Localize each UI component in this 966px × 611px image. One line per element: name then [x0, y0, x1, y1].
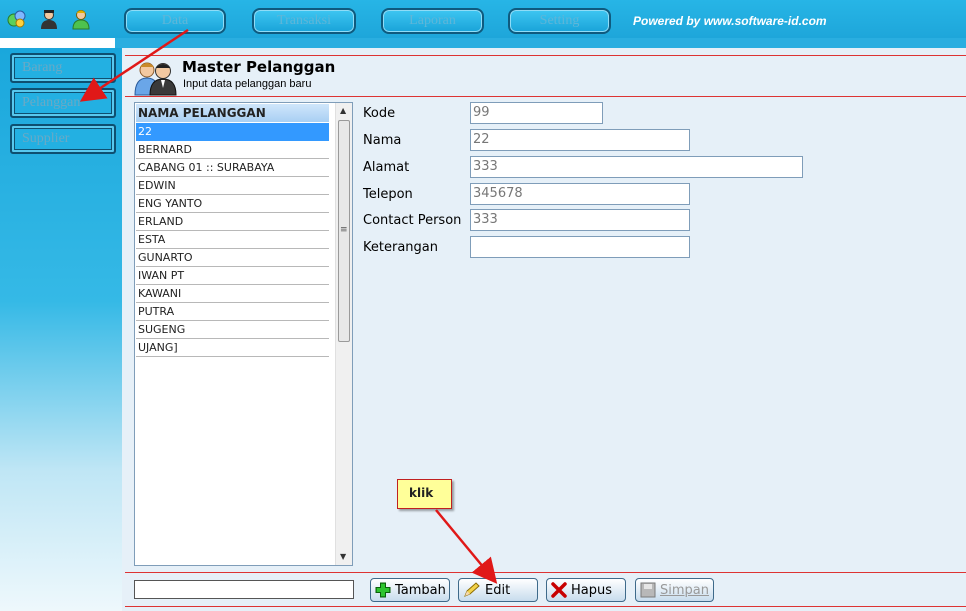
keterangan-field[interactable] — [470, 236, 690, 258]
alamat-field[interactable]: 333 — [470, 156, 803, 178]
tambah-button-label: Tambah — [395, 582, 446, 598]
save-disk-icon — [640, 582, 656, 598]
kode-field[interactable]: 99 — [470, 102, 603, 124]
edit-button-label: Edit — [485, 582, 511, 598]
user-dark-icon[interactable] — [38, 8, 60, 30]
hapus-button[interactable]: Hapus — [546, 578, 626, 602]
top-menu-bar: Data Transaksi Laporan Setting Powered b… — [0, 0, 966, 38]
sidebar-item-pelanggan[interactable]: Pelanggan — [10, 88, 116, 118]
sidebar-top-gap — [0, 38, 115, 48]
list-item[interactable]: 22 — [136, 123, 329, 141]
grip-icon: ≡ — [340, 225, 348, 235]
menu-data-button[interactable]: Data — [124, 8, 226, 34]
scroll-up-icon[interactable]: ▲ — [340, 106, 346, 115]
delete-x-icon — [551, 582, 567, 598]
app-icon-group — [6, 8, 92, 30]
plus-icon — [375, 582, 391, 598]
kode-label: Kode — [363, 106, 396, 121]
simpan-button-label: Simpan — [660, 582, 709, 598]
customer-list[interactable]: NAMA PELANGGAN 22 BERNARD CABANG 01 :: S… — [134, 102, 353, 566]
contact-person-field[interactable]: 333 — [470, 209, 690, 231]
menu-transaksi-button[interactable]: Transaksi — [252, 8, 356, 34]
pencil-icon — [464, 582, 480, 597]
page-subtitle: Input data pelanggan baru — [183, 78, 312, 90]
scroll-thumb[interactable]: ≡ — [338, 120, 350, 342]
list-item[interactable]: BERNARD — [136, 141, 329, 159]
list-item[interactable]: CABANG 01 :: SURABAYA — [136, 159, 329, 177]
header-top-rule — [125, 55, 966, 56]
powered-by-text: Powered by www.software-id.com — [633, 14, 827, 28]
list-item[interactable]: UJANG] — [136, 339, 329, 357]
page-title: Master Pelanggan — [182, 58, 336, 76]
hapus-button-label: Hapus — [571, 582, 613, 598]
footer-top-rule — [125, 572, 966, 573]
search-input[interactable] — [134, 580, 354, 599]
list-scrollbar[interactable]: ▲ ≡ ▼ — [335, 103, 352, 565]
list-item[interactable]: EDWIN — [136, 177, 329, 195]
contact-person-label: Contact Person — [363, 213, 462, 228]
klik-callout: klik — [397, 479, 452, 509]
scroll-down-icon[interactable]: ▼ — [340, 552, 346, 561]
list-item[interactable]: KAWANI — [136, 285, 329, 303]
menu-laporan-button[interactable]: Laporan — [381, 8, 484, 34]
network-icon[interactable] — [6, 8, 28, 30]
header-bottom-rule — [125, 96, 966, 97]
simpan-button[interactable]: Simpan — [635, 578, 714, 602]
list-column-header[interactable]: NAMA PELANGGAN — [136, 104, 329, 122]
alamat-label: Alamat — [363, 160, 410, 175]
keterangan-label: Keterangan — [363, 240, 438, 255]
list-item[interactable]: GUNARTO — [136, 249, 329, 267]
list-item[interactable]: ENG YANTO — [136, 195, 329, 213]
sidebar-item-barang[interactable]: Barang — [10, 53, 116, 83]
nama-label: Nama — [363, 133, 402, 148]
telepon-field[interactable]: 345678 — [470, 183, 690, 205]
list-item[interactable]: PUTRA — [136, 303, 329, 321]
list-item[interactable]: SUGENG — [136, 321, 329, 339]
top-strip — [115, 38, 966, 48]
nama-field[interactable]: 22 — [470, 129, 690, 151]
tambah-button[interactable]: Tambah — [370, 578, 450, 602]
telepon-label: Telepon — [363, 187, 413, 202]
sidebar-item-supplier[interactable]: Supplier — [10, 124, 116, 154]
list-item[interactable]: ESTA — [136, 231, 329, 249]
list-item[interactable]: IWAN PT — [136, 267, 329, 285]
menu-setting-button[interactable]: Setting — [508, 8, 611, 34]
footer-bottom-rule — [125, 606, 966, 607]
user-green-icon[interactable] — [70, 8, 92, 30]
list-item[interactable]: ERLAND — [136, 213, 329, 231]
edit-button[interactable]: Edit — [458, 578, 538, 602]
customers-icon — [133, 58, 179, 96]
list-rows: 22 BERNARD CABANG 01 :: SURABAYA EDWIN E… — [136, 123, 329, 357]
